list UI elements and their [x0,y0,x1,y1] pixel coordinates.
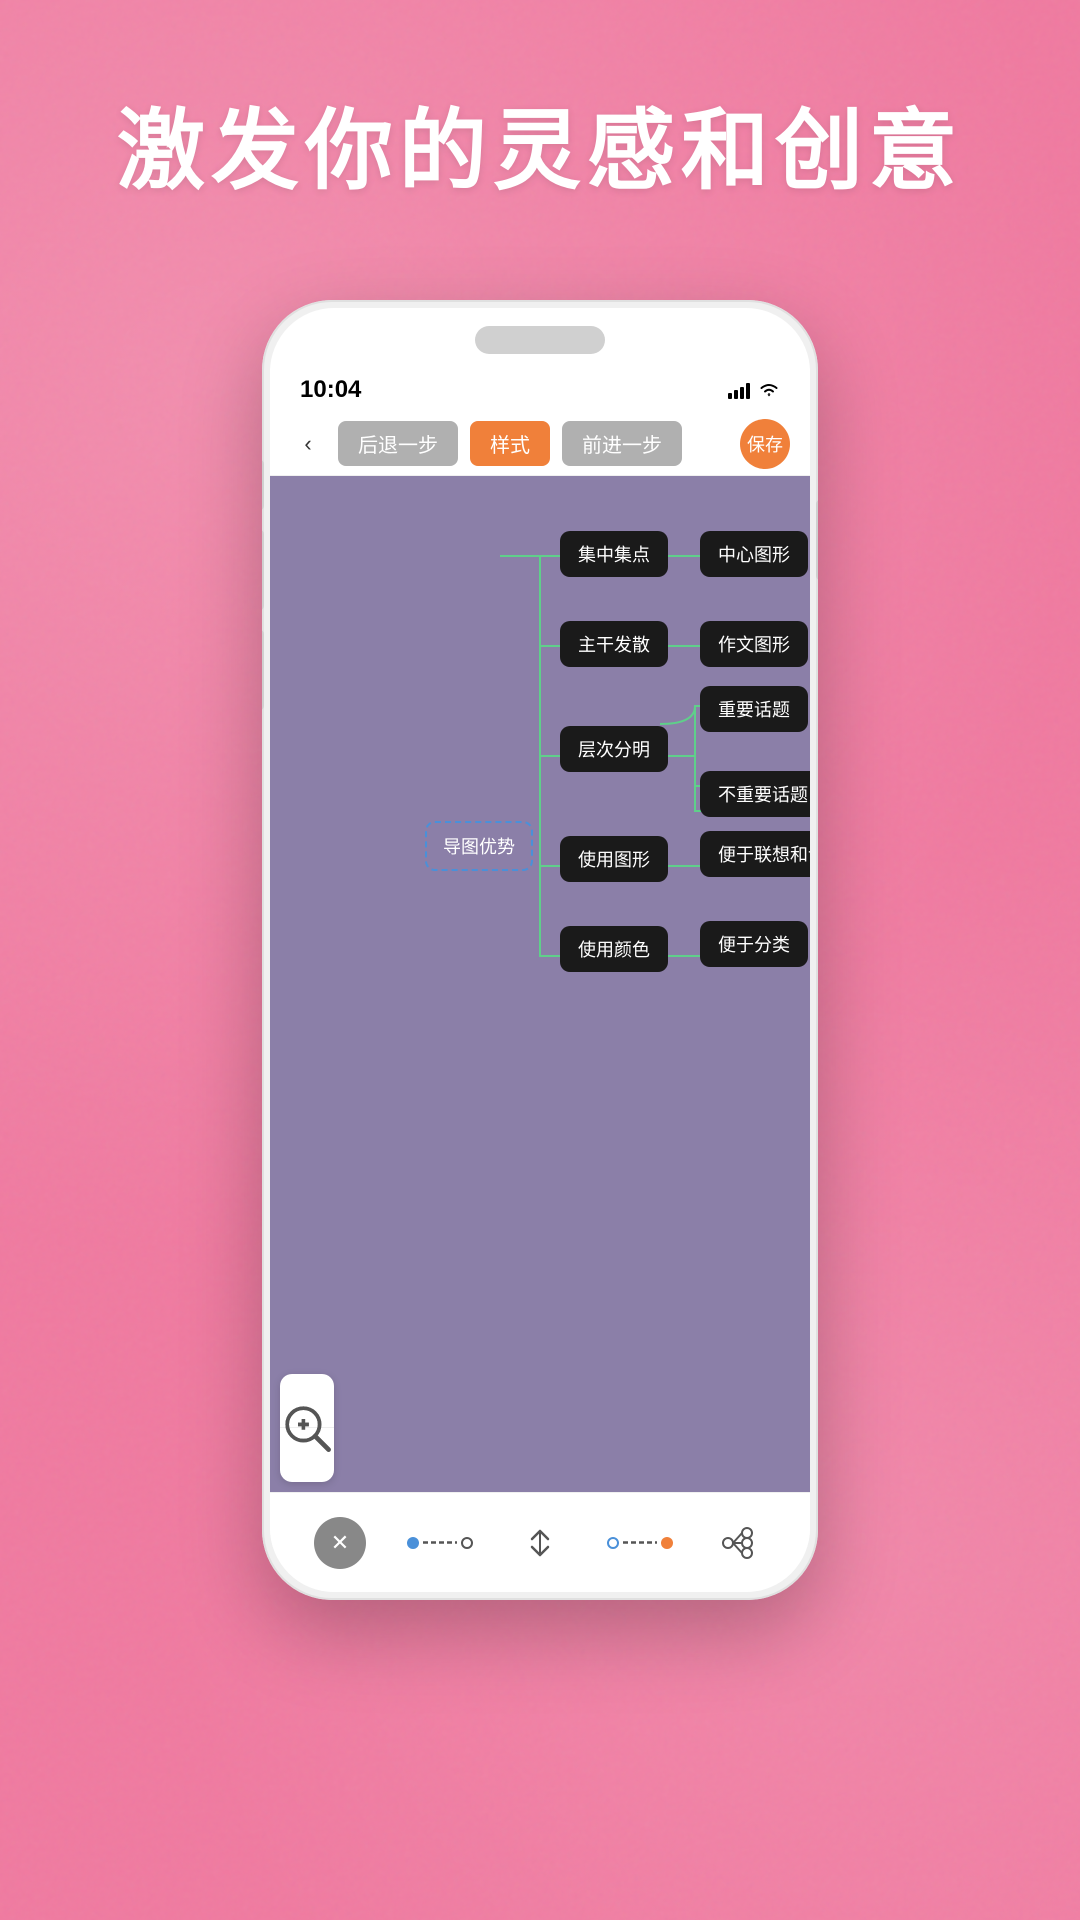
node-shiyongtuxing[interactable]: 使用图形 [560,836,668,882]
node-jizhonjidian[interactable]: 集中集点 [560,531,668,577]
mute-button [262,460,264,510]
zoom-out-button[interactable] [280,1428,334,1482]
signal-bar-3 [740,387,744,399]
signal-bar-1 [728,393,732,399]
branch-button[interactable] [710,1513,770,1573]
node-zhugansansan[interactable]: 主干发散 [560,621,668,667]
node-shiyongyanse[interactable]: 使用颜色 [560,926,668,972]
connect-right-button[interactable] [610,1513,670,1573]
volume-up-button [262,530,264,610]
back-button[interactable]: ‹ [290,426,326,462]
node-zuowen[interactable]: 作文图形 [700,621,808,667]
node-buzhongyao[interactable]: 不重要话题 [700,771,810,817]
status-time: 10:04 [300,376,361,404]
status-icons [728,381,780,399]
dot-orange-icon [661,1537,673,1549]
node-fenlei[interactable]: 便于分类 [700,921,808,967]
mind-map-canvas[interactable]: 导图优势 集中集点 主干发散 层次分明 使用图形 使用颜色 中心图形 [270,476,810,1492]
redo-button[interactable]: 前进一步 [562,421,682,466]
close-toolbar-button[interactable]: ✕ [310,1513,370,1573]
status-bar: 10:04 [270,368,810,412]
undo-button[interactable]: 后退一步 [338,421,458,466]
bottom-toolbar: ✕ [270,1492,810,1592]
power-button [816,500,818,580]
node-lianliang[interactable]: 便于联想和记忆 [700,831,810,877]
dot-left2-icon [607,1537,619,1549]
volume-down-button [262,630,264,710]
root-node[interactable]: 导图优势 [425,821,533,871]
nav-bar: ‹ 后退一步 样式 前进一步 保存 [270,412,810,476]
back-icon: ‹ [304,431,311,457]
headline: 激发你的灵感和创意 [0,80,1080,207]
connect-left-button[interactable] [410,1513,470,1573]
close-circle-icon: ✕ [314,1517,366,1569]
close-x-icon: ✕ [331,1530,349,1556]
home-indicator [475,326,605,354]
save-button[interactable]: 保存 [740,419,790,469]
node-zhongxintuxing[interactable]: 中心图形 [700,531,808,577]
compress-icon [520,1529,560,1557]
node-zhongyao[interactable]: 重要话题 [700,686,808,732]
node-cengcifenming[interactable]: 层次分明 [560,726,668,772]
connector-left-icon [407,1537,473,1549]
wifi-icon [758,381,780,399]
connector-line-icon [423,1541,457,1544]
signal-icon [728,381,750,399]
signal-bar-2 [734,390,738,399]
dot-right-icon [461,1537,473,1549]
branch-icon [720,1525,760,1561]
connector-right-icon [607,1537,673,1549]
zoom-controls [280,1374,334,1482]
connector-line2-icon [623,1541,657,1544]
style-button[interactable]: 样式 [470,421,550,466]
phone-screen: 10:04 ‹ 后退一步 样 [270,308,810,1592]
zoom-out-icon [280,1374,334,1482]
signal-bar-4 [746,383,750,399]
phone-frame: 10:04 ‹ 后退一步 样 [262,300,818,1600]
compress-button[interactable] [510,1513,570,1573]
